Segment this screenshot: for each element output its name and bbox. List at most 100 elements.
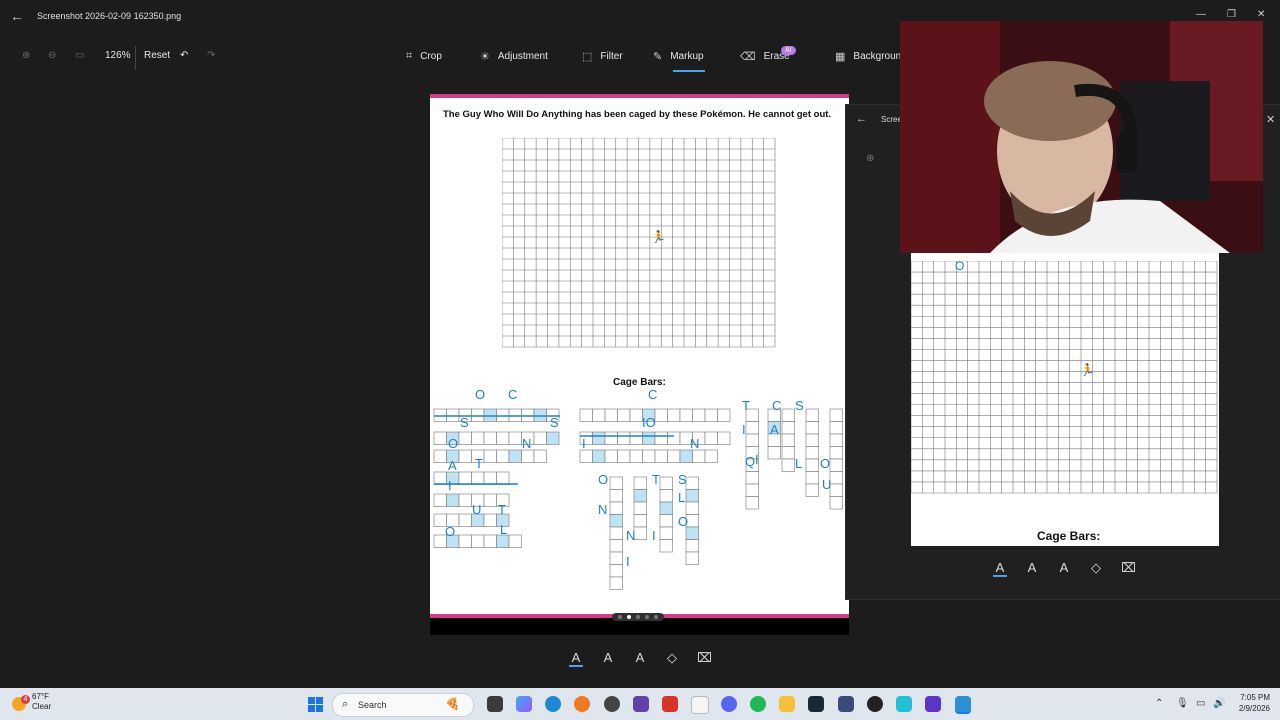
crossword-cell[interactable] bbox=[829, 483, 843, 497]
crossword-cell[interactable] bbox=[604, 449, 618, 463]
crossword-cell[interactable] bbox=[521, 449, 535, 463]
crossword-cell[interactable] bbox=[659, 501, 673, 515]
minimize-icon[interactable]: — bbox=[1196, 9, 1206, 20]
crossword-cell[interactable] bbox=[667, 431, 681, 445]
crossword-cell[interactable] bbox=[609, 501, 623, 515]
crossword-cell[interactable] bbox=[633, 526, 647, 540]
background-button[interactable]: ▦ Background bbox=[835, 50, 907, 63]
crossword-cell[interactable] bbox=[781, 421, 795, 435]
crossword-cell[interactable] bbox=[829, 458, 843, 472]
highlighter-icon[interactable]: A bbox=[1057, 560, 1071, 577]
zoom-level[interactable]: 126% bbox=[105, 50, 131, 61]
undo-icon[interactable]: ↶ bbox=[180, 50, 188, 61]
crossword-cell[interactable] bbox=[458, 471, 472, 485]
crossword-cell[interactable] bbox=[654, 449, 668, 463]
crossword-cell[interactable] bbox=[685, 489, 699, 503]
crossword-cell[interactable] bbox=[667, 408, 681, 422]
crossword-cell[interactable] bbox=[471, 534, 485, 548]
taskbar-search[interactable]: ⌕ Search 🍕 bbox=[332, 693, 474, 717]
crossword-cell[interactable] bbox=[508, 534, 522, 548]
crossword-cell[interactable] bbox=[654, 431, 668, 445]
crossword-cell[interactable] bbox=[692, 408, 706, 422]
crossword-cell[interactable] bbox=[805, 458, 819, 472]
network-icon[interactable]: ▭ bbox=[1196, 698, 1205, 709]
reset-button[interactable]: Reset bbox=[144, 50, 170, 61]
markup-button[interactable]: ✎ Markup bbox=[653, 50, 704, 63]
pencil-icon[interactable]: A bbox=[601, 650, 615, 667]
crossword-cell[interactable] bbox=[471, 471, 485, 485]
crossword-cell[interactable] bbox=[609, 476, 623, 490]
crossword-cell[interactable] bbox=[617, 431, 631, 445]
crossword-cell[interactable] bbox=[629, 431, 643, 445]
crossword-cell[interactable] bbox=[679, 408, 693, 422]
crossword-cell[interactable] bbox=[704, 449, 718, 463]
panel-document-canvas[interactable]: O 🏃 Cage Bars: bbox=[911, 253, 1219, 546]
crossword-cell[interactable] bbox=[667, 449, 681, 463]
crossword-cell[interactable] bbox=[483, 431, 497, 445]
crossword-cell[interactable] bbox=[685, 539, 699, 553]
ballpoint-pen-icon[interactable]: A bbox=[993, 560, 1007, 577]
crossword-cell[interactable] bbox=[629, 408, 643, 422]
weather-widget[interactable]: 4 67°F Clear bbox=[12, 692, 51, 712]
crossword-cell[interactable] bbox=[745, 471, 759, 485]
crossword-cell[interactable] bbox=[829, 408, 843, 422]
crossword-cell[interactable] bbox=[829, 496, 843, 510]
crossword-cell[interactable] bbox=[609, 526, 623, 540]
crossword-cell[interactable] bbox=[546, 431, 560, 445]
windows-start-icon[interactable] bbox=[308, 697, 323, 712]
crossword-cell[interactable] bbox=[805, 446, 819, 460]
maximize-icon[interactable]: ❐ bbox=[1227, 9, 1236, 20]
crossword-cell[interactable] bbox=[659, 526, 673, 540]
crossword-cell[interactable] bbox=[604, 408, 618, 422]
panel-zoom-icon[interactable]: ⊕ bbox=[866, 153, 874, 164]
pencil-icon[interactable]: A bbox=[1025, 560, 1039, 577]
crossword-cell[interactable] bbox=[717, 431, 731, 445]
crossword-cell[interactable] bbox=[446, 493, 460, 507]
crossword-cell[interactable] bbox=[433, 449, 447, 463]
crossword-cell[interactable] bbox=[609, 564, 623, 578]
crossword-cell[interactable] bbox=[592, 408, 606, 422]
crossword-cell[interactable] bbox=[433, 431, 447, 445]
crossword-cell[interactable] bbox=[659, 476, 673, 490]
crossword-cell[interactable] bbox=[508, 449, 522, 463]
back-arrow-icon[interactable]: ← bbox=[10, 8, 24, 24]
crossword-cell[interactable] bbox=[483, 513, 497, 527]
crossword-cell[interactable] bbox=[781, 408, 795, 422]
crossword-cell[interactable] bbox=[633, 514, 647, 528]
tray-chevron-icon[interactable]: ⌃ bbox=[1155, 698, 1163, 709]
panel-close-icon[interactable]: ✕ bbox=[1266, 113, 1275, 126]
fit-icon[interactable]: ▭ bbox=[75, 50, 84, 61]
microphone-icon[interactable]: 🎙 bbox=[1176, 698, 1189, 709]
page-dot[interactable] bbox=[618, 615, 622, 619]
crossword-cell[interactable] bbox=[433, 471, 447, 485]
crossword-cell[interactable] bbox=[533, 449, 547, 463]
crossword-cell[interactable] bbox=[579, 449, 593, 463]
crossword-cell[interactable] bbox=[781, 458, 795, 472]
crossword-cell[interactable] bbox=[659, 514, 673, 528]
crossword-cell[interactable] bbox=[704, 431, 718, 445]
crossword-cell[interactable] bbox=[805, 408, 819, 422]
page-dot[interactable] bbox=[636, 615, 640, 619]
crossword-cell[interactable] bbox=[458, 431, 472, 445]
crossword-cell[interactable] bbox=[829, 433, 843, 447]
crossword-cell[interactable] bbox=[508, 431, 522, 445]
crossword-cell[interactable] bbox=[579, 408, 593, 422]
crossword-cell[interactable] bbox=[483, 471, 497, 485]
ballpoint-pen-icon[interactable]: A bbox=[569, 650, 583, 667]
firefox-icon[interactable] bbox=[574, 696, 590, 712]
crossword-cell[interactable] bbox=[805, 471, 819, 485]
redo-icon[interactable]: ↷ bbox=[207, 50, 215, 61]
crossword-cell[interactable] bbox=[629, 449, 643, 463]
crossword-cell[interactable] bbox=[745, 496, 759, 510]
discord-icon[interactable] bbox=[721, 696, 737, 712]
photos-icon[interactable] bbox=[955, 696, 971, 714]
edge-icon[interactable] bbox=[545, 696, 561, 712]
crossword-cell[interactable] bbox=[829, 471, 843, 485]
crossword-cell[interactable] bbox=[609, 539, 623, 553]
volume-icon[interactable]: 🔊 bbox=[1213, 698, 1225, 709]
crossword-cell[interactable] bbox=[633, 501, 647, 515]
crossword-cell[interactable] bbox=[685, 501, 699, 515]
crossword-cell[interactable] bbox=[483, 493, 497, 507]
crossword-cell[interactable] bbox=[642, 431, 656, 445]
app-icon[interactable] bbox=[662, 696, 678, 712]
